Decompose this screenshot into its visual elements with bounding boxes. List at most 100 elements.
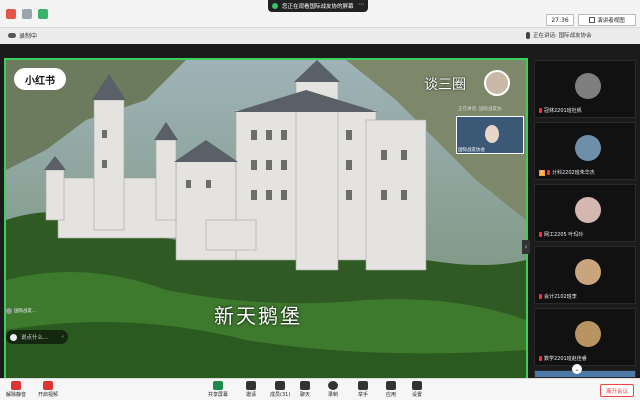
mini-video-speaking: 正在讲话: 国际战友协 xyxy=(458,107,502,112)
camera-off-icon xyxy=(43,381,53,390)
participant-avatar xyxy=(575,321,601,347)
cloud-record-icon xyxy=(8,33,16,38)
view-mode-label: 演讲者视图 xyxy=(597,18,625,24)
creator-name: 谈三圈 xyxy=(424,77,466,93)
leave-meeting-button[interactable]: 离开会议 xyxy=(600,384,634,397)
record-label: 录制 xyxy=(328,392,339,398)
participant-avatar xyxy=(575,259,601,285)
start-video-label: 开启视频 xyxy=(38,392,59,398)
mic-muted-icon xyxy=(539,294,542,299)
participant-name-row: 会计2102班李 xyxy=(539,293,577,300)
shared-video xyxy=(4,58,528,400)
comment-placeholder: 说点什么... xyxy=(21,335,49,341)
user-chip-avatar xyxy=(6,308,12,314)
raise-hand-label: 举手 xyxy=(358,392,369,398)
user-chip-name: 国际战友... xyxy=(14,309,37,314)
castle-scene xyxy=(6,60,526,398)
participant-name: 网工2205 叶玛玲 xyxy=(544,232,584,238)
meeting-toolbar: 解除静音 开启视频 共享屏幕 邀请 成员(31) 聊天 录制 举手 应用 设置 … xyxy=(0,378,640,400)
mic-off-icon xyxy=(11,381,21,390)
participant-name-row: 主 计科2202班朱华杰 xyxy=(539,169,595,176)
meeting-timer: 27:36 xyxy=(546,14,574,26)
start-video-button[interactable]: 开启视频 xyxy=(38,381,58,398)
participant-name: 冠林2201班杜帆 xyxy=(544,108,582,114)
mic-icon xyxy=(526,31,530,39)
hand-icon xyxy=(358,381,368,390)
speaking-text: 正在讲话: 国际战友协会 xyxy=(533,33,592,39)
participant-gallery: 冠林2201班杜帆 主 计科2202班朱华杰 网工2205 叶玛玲 会计2102班… xyxy=(530,44,640,378)
more-icon[interactable]: ⋯ xyxy=(358,1,364,8)
speaker-face xyxy=(485,125,499,143)
participant-avatar xyxy=(575,73,601,99)
host-badge: 主 xyxy=(539,169,545,176)
record-icon xyxy=(328,381,338,390)
chevron-down-icon[interactable]: ⌄ xyxy=(572,364,582,374)
comment-icon xyxy=(10,333,17,341)
invite-button[interactable]: 邀请 xyxy=(246,381,256,398)
participant-avatar xyxy=(575,197,601,223)
participant-tile[interactable]: 主 计科2202班朱华杰 xyxy=(534,122,636,180)
mic-muted-icon xyxy=(539,108,542,113)
members-icon xyxy=(275,381,286,390)
unmute-button[interactable]: 解除静音 xyxy=(6,381,26,398)
participant-name: 数学2201班赵佳睿 xyxy=(544,356,587,362)
comment-input[interactable]: 说点什么... ‹ xyxy=(6,330,68,344)
raise-hand-button[interactable]: 举手 xyxy=(358,381,368,398)
grid-icon xyxy=(589,17,596,23)
chevron-left-icon[interactable]: ‹ xyxy=(62,334,64,340)
mic-muted-icon xyxy=(539,356,542,361)
share-screen-label: 共享屏幕 xyxy=(208,392,229,398)
participant-tile-video[interactable] xyxy=(534,370,636,378)
participant-tile[interactable]: 冠林2201班杜帆 xyxy=(534,60,636,118)
apps-button[interactable]: 应用 xyxy=(386,381,396,398)
invite-label: 邀请 xyxy=(246,392,257,398)
collapse-gallery-arrow[interactable]: › xyxy=(522,240,530,254)
chat-icon xyxy=(300,381,310,390)
mic-muted-icon xyxy=(539,232,542,237)
participant-tile[interactable]: 网工2205 叶玛玲 xyxy=(534,184,636,242)
chat-label: 聊天 xyxy=(300,392,311,398)
user-chip: 国际战友... xyxy=(6,308,36,314)
screen-share-icon xyxy=(213,381,223,390)
participant-tile[interactable]: 数学2201班赵佳睿 xyxy=(534,308,636,366)
share-screen-button[interactable]: 共享屏幕 xyxy=(208,381,228,398)
xiaohongshu-logo: 小红书 xyxy=(14,68,66,90)
status-strip: 录制中 正在讲话: 国际战友协会 xyxy=(0,28,640,44)
share-status-icon xyxy=(272,3,278,9)
participant-avatar xyxy=(575,135,601,161)
chat-button[interactable]: 聊天 xyxy=(300,381,310,398)
signal-icon xyxy=(38,9,48,19)
participant-name-row: 网工2205 叶玛玲 xyxy=(539,231,583,238)
participant-tile[interactable]: 会计2102班李 xyxy=(534,246,636,304)
shared-screen-area: 小红书 谈三圈 正在讲话: 国际战友协 国际战友协会 新天鹅堡 国际战友... … xyxy=(0,44,530,400)
top-bar: 您正在观看国际战友协的屏幕 ⋯ 27:36 演讲者视图 xyxy=(0,0,640,28)
apps-icon xyxy=(386,381,396,390)
share-status-text: 您正在观看国际战友协的屏幕 xyxy=(282,4,354,10)
recording-indicator: 录制中 xyxy=(8,31,37,40)
apps-label: 应用 xyxy=(386,392,397,398)
settings-icon xyxy=(412,381,422,390)
members-label: 成员(31) xyxy=(270,392,291,398)
record-button[interactable]: 录制 xyxy=(328,381,338,398)
recording-text: 录制中 xyxy=(19,33,38,40)
mic-muted-icon xyxy=(547,170,550,175)
invite-icon xyxy=(246,381,256,390)
speaking-indicator: 正在讲话: 国际战友协会 xyxy=(526,31,592,39)
members-button[interactable]: 成员(31) xyxy=(270,381,290,398)
mic-status-icon xyxy=(6,9,16,19)
participant-name-row: 冠林2201班杜帆 xyxy=(539,107,582,114)
creator-avatar xyxy=(484,70,510,96)
view-mode-button[interactable]: 演讲者视图 xyxy=(578,14,636,26)
share-status-pill[interactable]: 您正在观看国际战友协的屏幕 ⋯ xyxy=(268,0,368,12)
info-icon xyxy=(22,9,32,19)
unmute-label: 解除静音 xyxy=(6,392,27,398)
settings-label: 设置 xyxy=(412,392,423,398)
settings-button[interactable]: 设置 xyxy=(412,381,422,398)
meeting-window: 您正在观看国际战友协的屏幕 ⋯ 27:36 演讲者视图 录制中 正在讲话: 国际… xyxy=(0,0,640,400)
video-caption: 新天鹅堡 xyxy=(214,304,302,328)
speaker-mini-label: 国际战友协会 xyxy=(458,148,485,153)
system-icons xyxy=(6,9,48,19)
participant-name: 会计2102班李 xyxy=(544,294,577,300)
participant-name: 计科2202班朱华杰 xyxy=(552,170,595,176)
participant-name-row: 数学2201班赵佳睿 xyxy=(539,355,587,362)
